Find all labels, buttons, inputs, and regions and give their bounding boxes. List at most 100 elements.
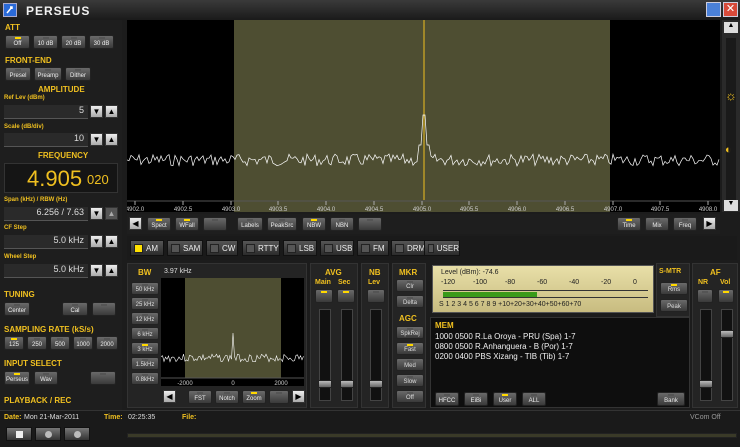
cal-button[interactable]: Cal [62, 302, 88, 316]
fst-button[interactable]: FST [188, 390, 212, 404]
freq-button[interactable]: Freq [673, 217, 697, 231]
mix-button[interactable]: Mix [645, 217, 669, 231]
af-nr-toggle[interactable] [697, 289, 713, 303]
app-icon[interactable] [3, 3, 17, 17]
stop-button[interactable] [6, 427, 32, 441]
avg-main-toggle[interactable] [315, 289, 333, 303]
spec-right-arrow[interactable]: ▶ [703, 217, 716, 230]
wheel-up-arrow[interactable]: ▲ [105, 264, 118, 277]
brightness-icon[interactable]: ☼ [725, 88, 737, 103]
bw-0k8-button[interactable]: 0.8kHz [131, 372, 159, 385]
bw-50k-button[interactable]: 50 kHz [131, 282, 159, 295]
af-nr-slider[interactable] [699, 309, 713, 401]
spect-button[interactable]: Spect [147, 217, 171, 231]
input-perseus-button[interactable]: Perseus [4, 371, 30, 385]
mem-hfcc-button[interactable]: HFCC [435, 392, 459, 406]
minimize-button[interactable] [706, 2, 721, 17]
agc-off-button[interactable]: Off [396, 390, 424, 403]
nbw-button[interactable]: NBW [302, 217, 326, 231]
bw-12k-button[interactable]: 12 kHz [131, 312, 159, 325]
span-field[interactable]: 6.256 / 7.63 [4, 207, 88, 221]
mode-am-button[interactable]: AM [130, 240, 164, 256]
mode-fm-button[interactable]: FM [357, 240, 389, 256]
tuning-extra-button[interactable] [92, 302, 116, 316]
scroll-down-button[interactable]: ▼ [724, 200, 738, 211]
mem-user-button[interactable]: User [493, 392, 517, 406]
agc-spkrej-button[interactable]: SpkRej [396, 326, 424, 339]
scroll-up-button[interactable]: ▲ [724, 22, 738, 33]
bw-3k-button[interactable]: 3 kHz [131, 342, 159, 355]
wfall-button[interactable]: WFall [175, 217, 199, 231]
avg-sec-toggle[interactable] [337, 289, 355, 303]
rate-125-button[interactable]: 125 [4, 336, 24, 350]
att-20db-button[interactable]: 20 dB [61, 35, 86, 49]
bw-extra-button[interactable] [269, 390, 289, 404]
avg-sec-slider[interactable] [340, 309, 354, 401]
nbn-button[interactable]: NBN [330, 217, 354, 231]
bw-right-arrow[interactable]: ▶ [292, 390, 305, 403]
rate-2000-button[interactable]: 2000 [96, 336, 118, 350]
nb-toggle[interactable] [367, 289, 385, 303]
scale-field[interactable]: 10 [4, 133, 88, 147]
smtr-peak-button[interactable]: Peak [660, 299, 688, 312]
labels-button[interactable]: Labels [237, 217, 263, 231]
mode-cw-button[interactable]: CW [206, 240, 238, 256]
agc-slow-button[interactable]: Slow [396, 374, 424, 387]
play-button[interactable] [35, 427, 61, 441]
mem-all-button[interactable]: ALL [522, 392, 546, 406]
mem-eibi-button[interactable]: EiBi [464, 392, 488, 406]
mem-row[interactable]: 0200 0400 PBS Xizang - TIB (Tib) 1-7 [435, 352, 569, 361]
presel-button[interactable]: Presel [5, 67, 31, 81]
agc-fast-button[interactable]: Fast [396, 342, 424, 355]
mem-bank-button[interactable]: Bank [657, 392, 685, 406]
mode-sam-button[interactable]: SAM [167, 240, 203, 256]
right-scrollbar[interactable]: ▲ ☼ ◐ ▼ [722, 20, 740, 212]
att-10db-button[interactable]: 10 dB [33, 35, 58, 49]
spec-blank-button[interactable] [203, 217, 227, 231]
cf-up-arrow[interactable]: ▲ [105, 235, 118, 248]
span-up-arrow[interactable]: ▲ [105, 207, 118, 220]
input-wav-button[interactable]: Wav [34, 371, 58, 385]
bw-spectrum[interactable]: -2000 0 2000 [161, 278, 304, 386]
cf-step-field[interactable]: 5.0 kHz [4, 235, 88, 249]
smtr-rms-button[interactable]: Rms [660, 282, 688, 295]
rate-500-button[interactable]: 500 [50, 336, 70, 350]
att-30db-button[interactable]: 30 dB [89, 35, 114, 49]
ref-down-arrow[interactable]: ▼ [90, 105, 103, 118]
mode-lsb-button[interactable]: LSB [283, 240, 317, 256]
record-button[interactable] [64, 427, 90, 441]
input-extra-button[interactable] [90, 371, 116, 385]
ref-up-arrow[interactable]: ▲ [105, 105, 118, 118]
rate-1000-button[interactable]: 1000 [73, 336, 93, 350]
mode-drm-button[interactable]: DRM [391, 240, 427, 256]
af-vol-slider[interactable] [720, 309, 734, 401]
frequency-display[interactable]: 4.905 020 [4, 163, 118, 193]
cf-down-arrow[interactable]: ▼ [90, 235, 103, 248]
bw-25k-button[interactable]: 25 kHz [131, 297, 159, 310]
spec-blank2-button[interactable] [358, 217, 382, 231]
time-button[interactable]: Time [617, 217, 641, 231]
ref-level-field[interactable]: 5 [4, 105, 88, 119]
avg-main-slider[interactable] [318, 309, 332, 401]
span-down-arrow[interactable]: ▼ [90, 207, 103, 220]
contrast-icon[interactable]: ◐ [725, 144, 732, 156]
mkr-delta-button[interactable]: Delta [396, 295, 424, 308]
spectrum-display[interactable]: 4902.0 4902.5 4903.0 4903.5 4904.0 4904.5 4905… [127, 20, 720, 212]
playback-progress[interactable] [127, 433, 737, 438]
rate-250-button[interactable]: 250 [27, 336, 47, 350]
preamp-button[interactable]: Preamp [34, 67, 62, 81]
close-button[interactable]: ✕ [723, 2, 738, 17]
bw-1k5-button[interactable]: 1.5kHz [131, 357, 159, 370]
mem-row[interactable]: 1000 0500 R.La Oroya - PRU (Spa) 1-7 [435, 332, 576, 341]
wheel-down-arrow[interactable]: ▼ [90, 264, 103, 277]
bw-left-arrow[interactable]: ◀ [163, 390, 176, 403]
bw-6k-button[interactable]: 6 kHz [131, 327, 159, 340]
nb-level-slider[interactable] [369, 309, 383, 401]
center-button[interactable]: Center [4, 302, 30, 316]
mode-user-button[interactable]: USER [424, 240, 460, 256]
mode-usb-button[interactable]: USB [320, 240, 354, 256]
wheel-step-field[interactable]: 5.0 kHz [4, 264, 88, 278]
scale-up-arrow[interactable]: ▲ [105, 133, 118, 146]
scale-down-arrow[interactable]: ▼ [90, 133, 103, 146]
scroll-track[interactable] [726, 38, 736, 206]
